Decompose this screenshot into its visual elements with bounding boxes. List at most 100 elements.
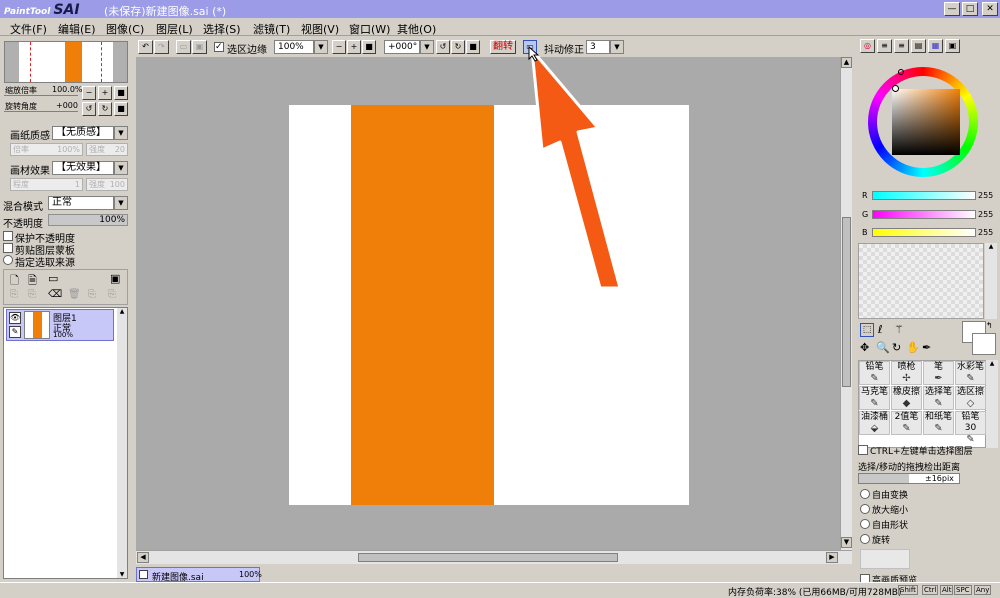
rotation-field[interactable]: +000°: [384, 40, 420, 54]
swatch-tab[interactable]: ▦: [928, 39, 943, 53]
nav-zoom-out-button[interactable]: −: [82, 86, 96, 100]
selection-source-radio[interactable]: [3, 255, 13, 265]
selection-edge-checkbox[interactable]: ✓: [214, 42, 224, 52]
opacity-slider[interactable]: 100%: [48, 214, 128, 226]
tool-airbrush[interactable]: 喷枪 ✢: [891, 361, 922, 385]
hue-picker-icon[interactable]: [898, 69, 904, 75]
rotate-left-button[interactable]: ↺: [436, 40, 450, 54]
layer-settings-icon[interactable]: ▣: [110, 272, 120, 285]
saturation-value-square[interactable]: [892, 89, 960, 155]
effect-strength-field[interactable]: 强度 100: [86, 178, 128, 191]
color-bar-tab[interactable]: ▤: [911, 39, 926, 53]
rotate-reset-button[interactable]: ■: [466, 40, 480, 54]
minimize-button[interactable]: —: [944, 2, 960, 16]
blend-mode-select[interactable]: 正常: [48, 196, 114, 210]
tool-binary-pen[interactable]: 2值笔 ✎: [891, 411, 922, 435]
layer-edit-icon[interactable]: ✎: [9, 326, 21, 338]
eyedropper-icon[interactable]: ✒: [922, 341, 931, 354]
tool-pencil30[interactable]: 铅笔30 ✎: [955, 411, 986, 445]
tool-washi-pen[interactable]: 和纸笔 ✎: [923, 411, 954, 435]
zoom-field[interactable]: 100%: [274, 40, 314, 54]
hsv-slider-tab[interactable]: ≡: [894, 39, 909, 53]
menu-view[interactable]: 视图(V): [301, 21, 339, 37]
tool-watercolor[interactable]: 水彩笔 ✎: [955, 361, 986, 385]
hue-ring[interactable]: [868, 67, 978, 177]
move-icon[interactable]: ✥: [860, 341, 869, 354]
navigator-preview[interactable]: [4, 41, 128, 83]
menu-other[interactable]: 其他(O): [397, 21, 436, 37]
redo-button[interactable]: ↷: [154, 40, 169, 54]
flip-button[interactable]: 翻转: [490, 40, 516, 54]
menu-file[interactable]: 文件(F): [10, 21, 47, 37]
sv-picker-icon[interactable]: [892, 85, 899, 92]
tool-pencil[interactable]: 铅笔 ✎: [859, 361, 890, 385]
merge-down-icon[interactable]: ⎘: [28, 289, 36, 300]
paper-effect-dropdown[interactable]: ▼: [114, 161, 128, 175]
menu-layer[interactable]: 图层(L): [156, 21, 193, 37]
free-transform-radio[interactable]: [860, 489, 870, 499]
close-button[interactable]: ✕: [982, 2, 998, 16]
tool-grid-scrollbar[interactable]: ▲: [986, 360, 998, 448]
rotation-angle-slider[interactable]: [4, 111, 78, 114]
zoom-out-radio[interactable]: [860, 504, 870, 514]
tool-select-pen[interactable]: 选择笔 ✎: [923, 386, 954, 410]
zoom-dropdown[interactable]: ▼: [314, 40, 328, 54]
paper-scale-field[interactable]: 倍率 100%: [10, 143, 83, 156]
deselect-button[interactable]: ▭: [176, 40, 191, 54]
rotate-icon[interactable]: ↻: [892, 341, 901, 354]
canvas-hscroll-thumb[interactable]: [358, 553, 618, 562]
zoom-in-button[interactable]: +: [347, 40, 361, 54]
undo-button[interactable]: ↶: [138, 40, 153, 54]
r-slider[interactable]: [872, 191, 976, 200]
rect-select-icon[interactable]: ⬚: [860, 323, 874, 337]
nav-rotate-right-button[interactable]: ↻: [98, 102, 112, 116]
nav-zoom-reset-button[interactable]: ■: [114, 86, 128, 100]
layer-row[interactable]: 👁 ✎ 图层1 正常 100%: [6, 309, 114, 341]
rotate-radio[interactable]: [860, 534, 870, 544]
g-slider[interactable]: [872, 210, 976, 219]
copy-layer-icon[interactable]: ⎘: [88, 289, 96, 300]
tool-marker[interactable]: 马克笔 ✎: [859, 386, 890, 410]
hand-icon[interactable]: ✋: [906, 341, 920, 354]
zoom-out-button[interactable]: −: [332, 40, 346, 54]
magic-wand-icon[interactable]: ⚚: [894, 323, 904, 336]
zoom-reset-button[interactable]: ■: [362, 40, 376, 54]
secondary-color-swatch[interactable]: [972, 333, 996, 355]
scratchpad-tab[interactable]: ▣: [945, 39, 960, 53]
apply-transform-button[interactable]: [860, 549, 910, 569]
rotate-right-button[interactable]: ↻: [451, 40, 465, 54]
tool-pen[interactable]: 笔 ✒: [923, 361, 954, 385]
drag-distance-slider[interactable]: ±16pix: [858, 473, 960, 484]
canvas-horizontal-scrollbar[interactable]: ◀ ▶: [136, 550, 852, 564]
lasso-icon[interactable]: ℓ: [878, 323, 883, 336]
document-tab[interactable]: 新建图像.sai 100%: [136, 567, 262, 583]
paper-strength-field[interactable]: 强度 20: [86, 143, 128, 156]
tool-select-eraser[interactable]: 选区擦 ◇: [955, 386, 986, 410]
transfer-down-icon[interactable]: ⎘: [10, 289, 18, 300]
menu-window[interactable]: 窗口(W): [349, 21, 390, 37]
invert-selection-button[interactable]: ▣: [192, 40, 207, 54]
layer-visibility-icon[interactable]: 👁: [9, 312, 21, 324]
tool-eraser[interactable]: 橡皮擦 ◆: [891, 386, 922, 410]
zoom-icon[interactable]: 🔍: [876, 341, 890, 354]
paper-canvas[interactable]: [289, 105, 689, 505]
paper-effect-select[interactable]: 【无效果】: [52, 161, 114, 175]
effect-degree-field[interactable]: 程度 1: [10, 178, 83, 191]
zoom-ratio-slider[interactable]: [4, 95, 78, 98]
tool-bucket[interactable]: 油漆桶 ⬙: [859, 411, 890, 435]
swatch-scrollbar[interactable]: ▲: [985, 243, 997, 319]
swatch-palette[interactable]: [858, 243, 984, 319]
protect-opacity-checkbox[interactable]: [3, 231, 13, 241]
free-shape-radio[interactable]: [860, 519, 870, 529]
layer-list-scrollbar[interactable]: ▲ ▼: [117, 308, 127, 578]
clipping-mask-checkbox[interactable]: [3, 243, 13, 253]
color-wheel-tab[interactable]: ◎: [860, 39, 875, 53]
swap-colors-icon[interactable]: ↰: [986, 321, 993, 330]
canvas-vertical-scrollbar[interactable]: ▲ ▼: [840, 57, 852, 550]
paper-texture-dropdown[interactable]: ▼: [114, 126, 128, 140]
nav-rotate-left-button[interactable]: ↺: [82, 102, 96, 116]
clear-layer-icon[interactable]: ⌫: [48, 289, 62, 300]
menu-select[interactable]: 选择(S): [203, 21, 241, 37]
blend-mode-dropdown[interactable]: ▼: [114, 196, 128, 210]
rgb-slider-tab[interactable]: ≡: [877, 39, 892, 53]
